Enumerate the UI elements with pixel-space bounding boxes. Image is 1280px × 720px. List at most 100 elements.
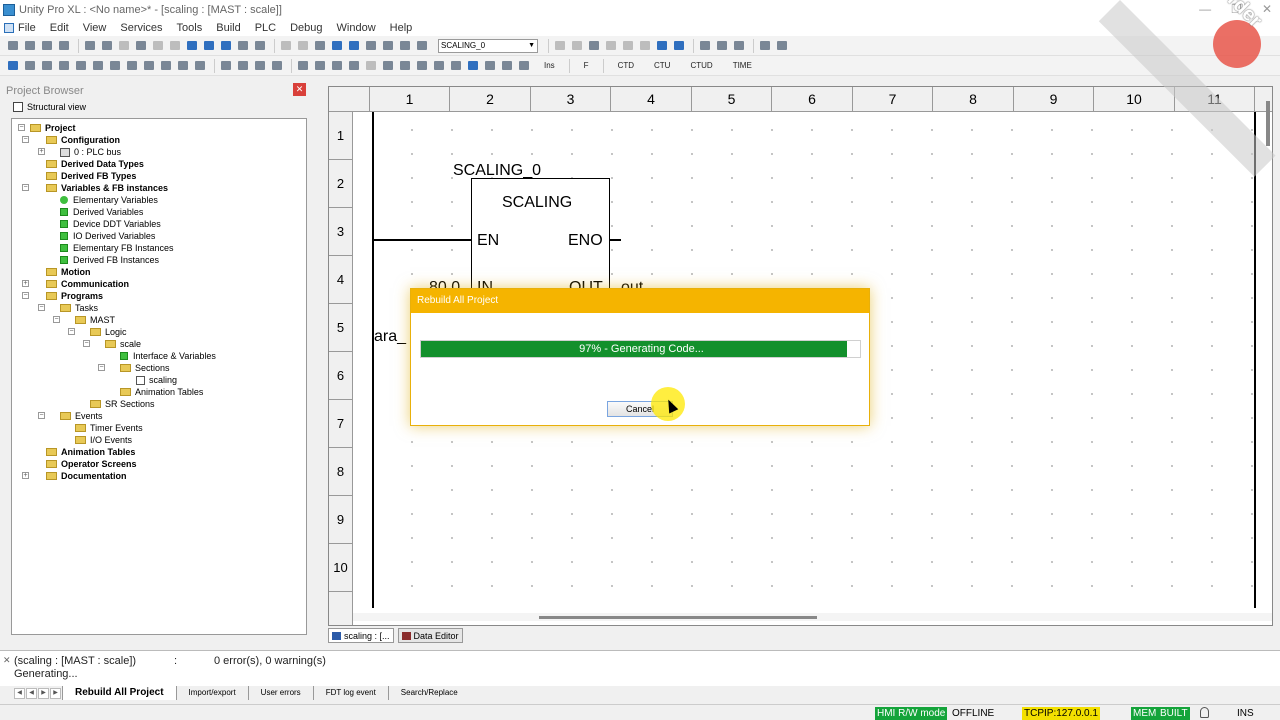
horizontal-scrollbar[interactable] xyxy=(353,613,1272,621)
operate-icon[interactable] xyxy=(347,59,361,73)
contact-nc-icon[interactable] xyxy=(40,59,54,73)
menu-help[interactable]: Help xyxy=(390,22,413,34)
tile-horizontal-icon[interactable] xyxy=(715,39,729,53)
build-icon[interactable] xyxy=(279,39,293,53)
compare-icon[interactable] xyxy=(330,59,344,73)
connect-icon[interactable] xyxy=(553,39,567,53)
tree-item-scaling-section[interactable]: scaling xyxy=(136,374,177,386)
tab-fdt-log-event[interactable]: FDT log event xyxy=(312,686,388,700)
run-icon[interactable] xyxy=(604,39,618,53)
tree-item-tasks[interactable]: Tasks xyxy=(60,302,98,314)
collapse-icon[interactable]: − xyxy=(53,316,60,323)
save-icon[interactable] xyxy=(40,39,54,53)
inspect-icon[interactable] xyxy=(483,59,497,73)
structural-view-toggle[interactable]: Structural view xyxy=(3,99,308,115)
validate-icon[interactable] xyxy=(168,39,182,53)
tab-data-editor[interactable]: Data Editor xyxy=(397,628,463,643)
fb-instance-name[interactable]: SCALING_0 xyxy=(453,162,541,180)
tree-item-timer-events[interactable]: Timer Events xyxy=(75,422,143,434)
tab-user-errors[interactable]: User errors xyxy=(247,686,313,700)
disconnect-icon[interactable] xyxy=(570,39,584,53)
zoom-icon[interactable] xyxy=(202,39,216,53)
tree-item-mast[interactable]: MAST xyxy=(75,314,115,326)
redo-icon[interactable] xyxy=(151,39,165,53)
tree-item-logic[interactable]: Logic xyxy=(90,326,127,338)
coil-reset-icon[interactable] xyxy=(159,59,173,73)
cut-icon[interactable] xyxy=(100,39,114,53)
ctu-button[interactable]: CTU xyxy=(654,61,670,70)
function-icon[interactable] xyxy=(398,39,412,53)
table-icon[interactable] xyxy=(347,39,361,53)
eno-wire[interactable] xyxy=(610,239,621,241)
tree-item-derived-data-types[interactable]: Derived Data Types xyxy=(46,158,144,170)
tree-item-programs[interactable]: Programs xyxy=(46,290,103,302)
tree-item-communication[interactable]: Communication xyxy=(46,278,129,290)
ins-toggle[interactable]: Ins xyxy=(544,61,555,70)
collapse-icon[interactable]: − xyxy=(18,124,25,131)
expand-icon[interactable]: + xyxy=(22,472,29,479)
minimize-button[interactable]: — xyxy=(1199,2,1211,16)
menu-build[interactable]: Build xyxy=(216,22,240,34)
first-tab-icon[interactable]: ◀ xyxy=(14,687,25,699)
open-icon[interactable] xyxy=(23,39,37,53)
text-icon[interactable] xyxy=(517,59,531,73)
menu-window[interactable]: Window xyxy=(337,22,376,34)
new-icon[interactable] xyxy=(6,39,20,53)
tree-item-variables-fb-instances[interactable]: Variables & FB instances xyxy=(46,182,168,194)
data-selection-icon[interactable] xyxy=(415,59,429,73)
comment-icon[interactable] xyxy=(398,59,412,73)
vertical-scrollbar[interactable] xyxy=(1266,101,1270,146)
print-icon[interactable] xyxy=(57,39,71,53)
menu-tools[interactable]: Tools xyxy=(177,22,203,34)
tree-item-configuration[interactable]: Configuration xyxy=(46,134,120,146)
animation-icon[interactable] xyxy=(655,39,669,53)
collapse-icon[interactable]: − xyxy=(38,412,45,419)
tree-item-elementary-variables[interactable]: Elementary Variables xyxy=(60,194,158,206)
tree-item-plc-bus[interactable]: 0 : PLC bus xyxy=(60,146,121,158)
hline-icon[interactable] xyxy=(219,59,233,73)
screen-icon[interactable] xyxy=(236,39,250,53)
prev-tab-icon[interactable]: ◀ xyxy=(26,687,37,699)
vline-icon[interactable] xyxy=(236,59,250,73)
collapse-icon[interactable]: − xyxy=(98,364,105,371)
coil-n-icon[interactable] xyxy=(193,59,207,73)
variables-icon[interactable] xyxy=(381,39,395,53)
next-tab-icon[interactable]: ▶ xyxy=(38,687,49,699)
tree-item-io-derived-variables[interactable]: IO Derived Variables xyxy=(60,230,155,242)
tree-item-device-ddt-variables[interactable]: Device DDT Variables xyxy=(60,218,161,230)
transfer-icon[interactable] xyxy=(587,39,601,53)
last-tab-icon[interactable]: ▶ xyxy=(50,687,61,699)
tree-item-derived-variables[interactable]: Derived Variables xyxy=(60,206,143,218)
tree-item-motion[interactable]: Motion xyxy=(46,266,91,278)
menu-edit[interactable]: Edit xyxy=(50,22,69,34)
tree-item-sections[interactable]: Sections xyxy=(120,362,170,374)
collapse-icon[interactable]: − xyxy=(22,136,29,143)
mixed-icon[interactable] xyxy=(500,59,514,73)
ctd-button[interactable]: CTD xyxy=(618,61,634,70)
tab-import-export[interactable]: Import/export xyxy=(175,686,248,700)
browse-icon[interactable] xyxy=(219,39,233,53)
coil-set-icon[interactable] xyxy=(142,59,156,73)
ebb-icon[interactable] xyxy=(449,59,463,73)
tree-item-derived-fb-types[interactable]: Derived FB Types xyxy=(46,170,136,182)
paste-icon[interactable] xyxy=(117,39,131,53)
contact-n-icon[interactable] xyxy=(74,59,88,73)
window-icon[interactable] xyxy=(364,39,378,53)
collapse-icon[interactable]: − xyxy=(38,304,45,311)
rebuild-icon[interactable] xyxy=(296,39,310,53)
ladder-icon[interactable] xyxy=(313,39,327,53)
analyze-icon[interactable] xyxy=(253,39,267,53)
edf-icon[interactable] xyxy=(432,59,446,73)
coil-neg-icon[interactable] xyxy=(125,59,139,73)
ctud-button[interactable]: CTUD xyxy=(690,61,712,70)
tree-item-interface-variables[interactable]: Interface & Variables xyxy=(120,350,216,362)
scrollbar-thumb[interactable] xyxy=(539,616,817,619)
tab-scaling[interactable]: scaling : [... xyxy=(328,628,394,643)
copy-icon[interactable] xyxy=(83,39,97,53)
binoculars-icon[interactable] xyxy=(415,39,429,53)
tree-item-documentation[interactable]: Documentation xyxy=(46,470,127,482)
jump-icon[interactable] xyxy=(296,59,310,73)
fb-icon[interactable] xyxy=(364,59,378,73)
parameter-variable[interactable]: ara_ xyxy=(374,328,406,346)
tree-item-operator-screens[interactable]: Operator Screens xyxy=(46,458,137,470)
